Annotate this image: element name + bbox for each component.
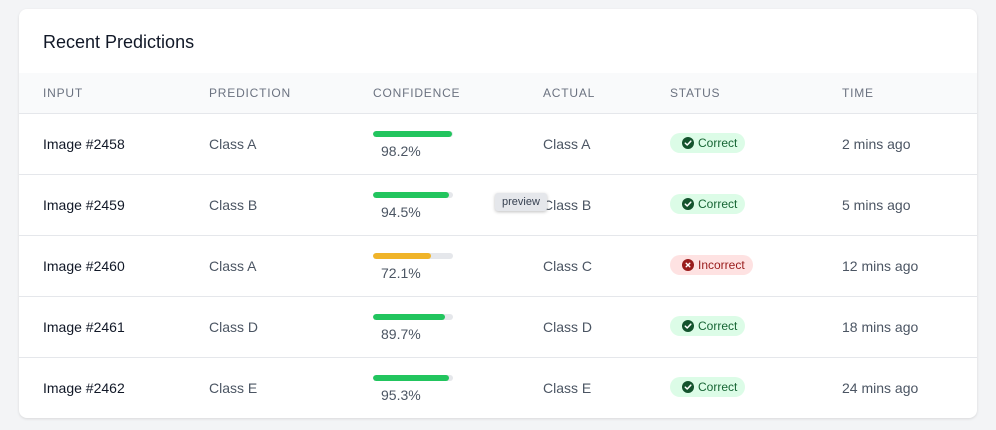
table-body: Image #2458 Class A 98.2% Class A Correct 2 m…	[19, 114, 977, 419]
status-badge: Correct	[670, 133, 746, 153]
confidence-bar-fill	[373, 314, 445, 320]
input-cell: Image #2462	[43, 380, 125, 397]
column-header-actual: ACTUAL	[519, 73, 646, 114]
confidence-cell: 95.3%	[349, 358, 519, 419]
confidence-value: 98.2%	[381, 143, 421, 159]
confidence-meter: 72.1%	[373, 253, 453, 281]
input-cell: Image #2460	[43, 258, 125, 274]
confidence-bar-fill	[373, 192, 449, 198]
status-cell: Correct	[646, 175, 818, 236]
status-cell: Correct	[646, 358, 818, 419]
confidence-bar-fill	[373, 375, 450, 382]
confidence-bar-track	[373, 192, 453, 198]
table-header: INPUT PREDICTION CONFIDENCE ACTUAL STATU…	[19, 73, 977, 114]
confidence-meter: 98.2%	[373, 131, 453, 159]
actual-cell: Class D	[543, 319, 593, 335]
column-header-time: TIME	[818, 73, 977, 114]
confidence-bar-fill	[373, 131, 452, 137]
input-cell: Image #2461	[43, 319, 125, 335]
prediction-cell: Class A	[209, 136, 257, 152]
confidence-value: 72.1%	[381, 265, 421, 281]
confidence-cell: 98.2%	[349, 114, 519, 175]
preview-tooltip: preview	[495, 193, 547, 211]
check-circle-icon	[682, 137, 694, 149]
time-cell: 5 mins ago	[842, 197, 911, 213]
check-circle-icon	[682, 320, 694, 332]
table-row[interactable]: Image #2462 Class E 95.3% Class E Correct 24 …	[19, 358, 977, 419]
prediction-cell: Class E	[209, 380, 258, 397]
confidence-bar-track	[373, 131, 453, 137]
status-label: Incorrect	[698, 258, 745, 272]
prediction-cell: Class D	[209, 319, 259, 335]
input-cell: Image #2459	[43, 197, 125, 213]
column-header-input: INPUT	[19, 73, 185, 114]
prediction-cell: Class A	[209, 258, 257, 274]
card-title: Recent Predictions	[43, 32, 195, 52]
confidence-bar-track	[373, 314, 453, 320]
status-cell: Correct	[646, 114, 818, 175]
status-label: Correct	[698, 136, 738, 150]
time-cell: 18 mins ago	[842, 319, 919, 335]
actual-cell: Class C	[543, 258, 593, 274]
confidence-meter: 94.5%	[373, 192, 453, 220]
status-label: Correct	[698, 319, 738, 333]
confidence-cell: 72.1%	[349, 236, 519, 297]
status-badge: Correct	[670, 194, 746, 214]
status-label: Correct	[698, 380, 738, 395]
confidence-bar-track	[373, 253, 453, 259]
status-badge: Correct	[670, 316, 746, 336]
confidence-bar-fill	[373, 253, 431, 259]
input-cell: Image #2458	[43, 136, 125, 152]
column-header-prediction: PREDICTION	[185, 73, 349, 114]
confidence-value: 89.7%	[381, 326, 421, 342]
check-circle-icon	[682, 198, 694, 210]
status-badge: Correct	[670, 377, 746, 398]
time-cell: 2 mins ago	[842, 136, 911, 152]
prediction-cell: Class B	[209, 197, 258, 213]
status-label: Correct	[698, 197, 738, 211]
recent-predictions-card: Recent Predictions INPUT PREDICTION CONF…	[19, 9, 977, 418]
check-circle-icon	[682, 381, 694, 394]
confidence-meter: 95.3%	[373, 375, 453, 403]
confidence-value: 94.5%	[381, 204, 421, 220]
actual-cell: Class A	[543, 136, 591, 152]
confidence-cell: 94.5%	[349, 175, 519, 236]
confidence-bar-track	[373, 375, 453, 382]
status-badge: Incorrect	[670, 255, 753, 275]
actual-cell: Class E	[543, 380, 592, 397]
status-cell: Incorrect	[646, 236, 818, 297]
confidence-cell: 89.7%	[349, 297, 519, 358]
confidence-value: 95.3%	[381, 387, 421, 404]
column-header-status: STATUS	[646, 73, 818, 114]
predictions-table: INPUT PREDICTION CONFIDENCE ACTUAL STATU…	[19, 73, 977, 418]
time-cell: 12 mins ago	[842, 258, 919, 274]
x-circle-icon	[682, 259, 694, 271]
time-cell: 24 mins ago	[842, 380, 919, 397]
column-header-confidence: CONFIDENCE	[349, 73, 519, 114]
status-cell: Correct	[646, 297, 818, 358]
table-row[interactable]: Image #2458 Class A 98.2% Class A Correct 2 m…	[19, 114, 977, 175]
table-row[interactable]: Image #2461 Class D 89.7% Class D Correct 18 …	[19, 297, 977, 358]
table-row[interactable]: Image #2460 Class A 72.1% Class C Incorrect 1…	[19, 236, 977, 297]
header-row: INPUT PREDICTION CONFIDENCE ACTUAL STATU…	[19, 73, 977, 114]
confidence-meter: 89.7%	[373, 314, 453, 342]
